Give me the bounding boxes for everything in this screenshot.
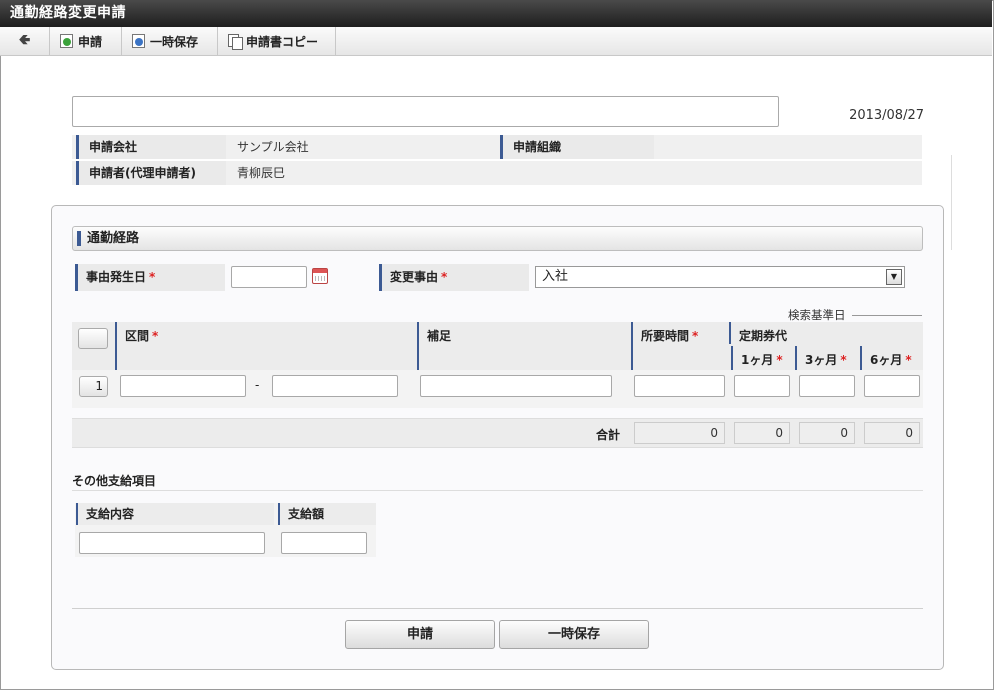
chevron-down-icon: ▼ [886, 269, 902, 285]
section-separator: - [255, 378, 260, 392]
total-3month: 0 [799, 422, 855, 444]
save-icon [132, 34, 145, 48]
column-time: 所要時間 * [631, 322, 727, 370]
org-label: 申請組織 [500, 135, 654, 159]
3month-input[interactable] [799, 375, 855, 397]
back-button[interactable]: 🢀 [0, 27, 50, 55]
org-value [657, 135, 922, 159]
column-note: 補足 [417, 322, 629, 370]
company-value: サンプル会社 [237, 135, 497, 159]
applicant-value: 青柳辰巳 [237, 161, 922, 185]
save-button[interactable]: 一時保存 [499, 620, 649, 649]
back-arrow-icon: 🢀 [18, 32, 31, 48]
total-6month: 0 [864, 422, 920, 444]
time-input[interactable] [634, 375, 725, 397]
column-1month: 1ヶ月 * [731, 346, 792, 370]
section-to-input[interactable] [272, 375, 398, 397]
total-label: 合計 [596, 428, 621, 442]
calendar-icon[interactable] [312, 268, 328, 284]
total-row [72, 418, 923, 448]
toolbar-apply-label: 申請 [78, 34, 103, 49]
toolbar-apply-button[interactable]: 申請 [50, 27, 122, 55]
toolbar-save-label: 一時保存 [150, 34, 199, 49]
toolbar-copy-button[interactable]: 申請書コピー [218, 27, 336, 55]
copy-icon [228, 34, 243, 50]
total-time: 0 [634, 422, 725, 444]
other-items-divider [72, 490, 923, 491]
application-date: 2013/08/27 [849, 108, 924, 123]
amount-input[interactable] [281, 532, 367, 554]
amount-label: 支給額 [278, 503, 376, 525]
window-title: 通勤経路変更申請 [0, 0, 992, 27]
total-1month: 0 [734, 422, 790, 444]
other-items-title: その他支給項目 [72, 474, 157, 488]
search-date-label: 検索基準日 [788, 308, 846, 322]
company-label: 申請会社 [76, 135, 226, 159]
section-title: 通勤経路 [72, 226, 923, 251]
note-input[interactable] [420, 375, 612, 397]
footer-divider [72, 608, 923, 609]
search-date-line [852, 315, 922, 316]
6month-input[interactable] [864, 375, 920, 397]
reason-value: 入社 [542, 269, 569, 284]
row-number-button[interactable]: 1 [79, 376, 108, 397]
content-label: 支給内容 [76, 503, 274, 525]
page-edge [951, 155, 952, 250]
reason-label: 変更事由 * [379, 264, 529, 291]
column-section: 区間 * [115, 322, 415, 370]
application-title-input[interactable] [72, 96, 779, 127]
column-3month: 3ヶ月 * [795, 346, 858, 370]
column-6month: 6ヶ月 * [860, 346, 923, 370]
applicant-label: 申請者(代理申請者) [76, 161, 226, 185]
reason-select[interactable]: 入社 ▼ [535, 266, 905, 288]
1month-input[interactable] [734, 375, 790, 397]
apply-button[interactable]: 申請 [345, 620, 495, 649]
section-from-input[interactable] [120, 375, 246, 397]
event-date-input[interactable] [231, 266, 307, 288]
info-row-company: 申請会社 サンプル会社 申請組織 [72, 135, 922, 159]
select-all-checkbox[interactable] [78, 328, 108, 349]
content-input[interactable] [79, 532, 265, 554]
toolbar: 🢀 申請 一時保存 申請書コピー [0, 27, 992, 56]
info-row-applicant: 申請者(代理申請者) 青柳辰巳 [72, 161, 922, 185]
toolbar-save-button[interactable]: 一時保存 [122, 27, 218, 55]
column-pass: 定期券代 [729, 322, 923, 344]
toolbar-copy-label: 申請書コピー [246, 34, 319, 49]
apply-icon [60, 34, 73, 48]
event-date-label: 事由発生日 * [75, 264, 225, 291]
